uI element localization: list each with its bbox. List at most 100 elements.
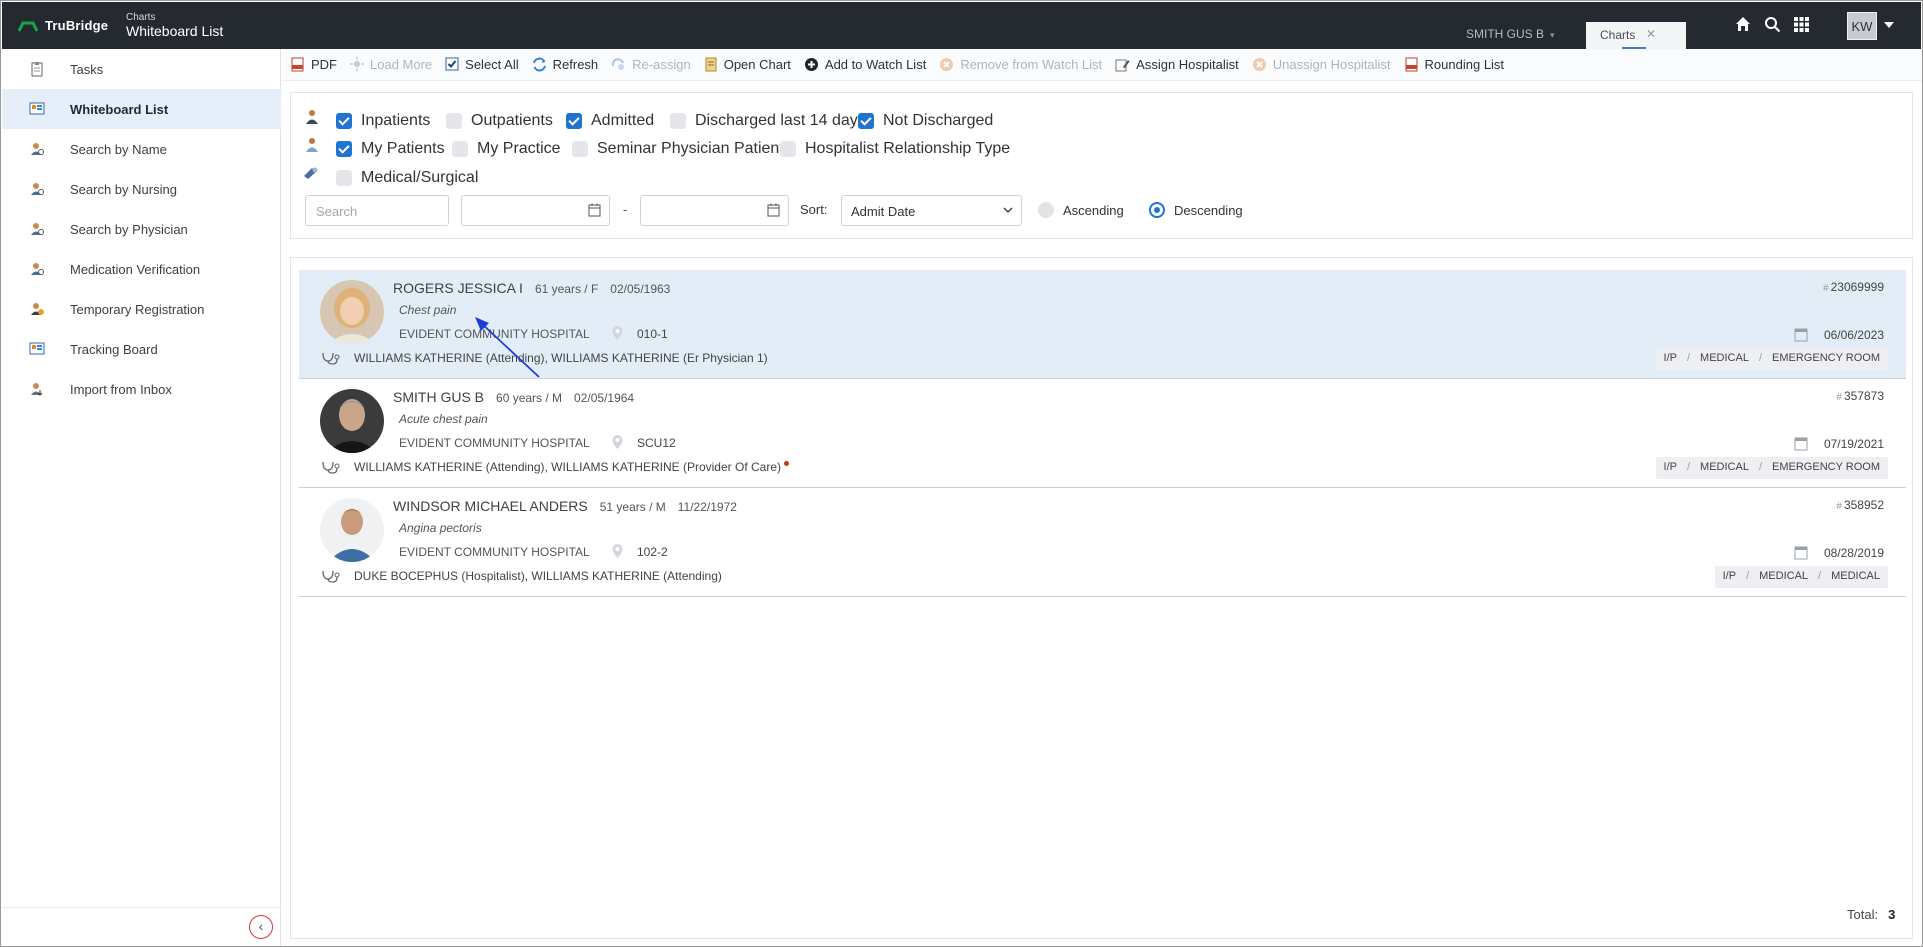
radio-descending[interactable]: Descending — [1149, 202, 1243, 218]
sidebar-item-label: Whiteboard List — [70, 101, 169, 117]
radio-dot[interactable] — [1149, 202, 1165, 218]
sidebar-item-label: Tracking Board — [70, 341, 158, 357]
checkbox-box[interactable] — [858, 113, 874, 129]
calendar-icon[interactable] — [588, 203, 601, 217]
add-to-watch-list-button[interactable]: Add to Watch List — [804, 57, 926, 72]
load-more-button[interactable]: Load More — [350, 57, 432, 72]
checkbox-my-practice[interactable]: My Practice — [452, 140, 561, 158]
pdf-button[interactable]: PDF — [290, 57, 337, 72]
user-avatar[interactable]: KW — [1847, 12, 1877, 40]
collapse-sidebar-button[interactable]: ‹ — [249, 915, 273, 939]
sidebar-item-search-by-physician[interactable]: Search by Physician — [2, 209, 281, 249]
checkbox-box[interactable] — [336, 141, 352, 157]
radio-ascending[interactable]: Ascending — [1038, 202, 1124, 218]
checkbox-my-patients[interactable]: My Patients — [336, 140, 445, 158]
patient-name-line[interactable]: SMITH GUS B 60 years / M 02/05/1964 — [393, 389, 634, 405]
checkbox-box[interactable] — [780, 141, 796, 157]
chevron-down-icon[interactable]: ▾ — [1550, 30, 1555, 40]
rounding-list-button[interactable]: Rounding List — [1404, 57, 1504, 72]
remove-from-watch-list-button[interactable]: Remove from Watch List — [939, 57, 1102, 72]
stethoscope-icon — [322, 570, 340, 583]
patient-name[interactable]: WINDSOR MICHAEL ANDERS — [393, 498, 588, 514]
radio-dot[interactable] — [1038, 202, 1054, 218]
patient-age-sex: 51 years / M — [599, 500, 666, 514]
room-number: 102-2 — [637, 545, 668, 559]
refresh-button[interactable]: Refresh — [532, 56, 599, 72]
checkbox-outpatients[interactable]: Outpatients — [446, 112, 553, 130]
checkbox-box[interactable] — [336, 113, 352, 129]
admit-date: 06/06/2023 — [1794, 327, 1884, 342]
refresh-icon — [532, 57, 546, 71]
physician-filter-icon — [306, 138, 318, 152]
sidebar-item-import-from-inbox[interactable]: Import from Inbox — [2, 369, 281, 409]
tag-separator: / — [1746, 570, 1750, 582]
open-chart-button[interactable]: Open Chart — [704, 57, 791, 72]
sort-label: Sort: — [800, 202, 828, 217]
home-icon[interactable] — [1734, 15, 1752, 33]
care-providers: WILLIAMS KATHERINE (Attending), WILLIAMS… — [354, 351, 768, 365]
patient-name[interactable]: ROGERS JESSICA I — [393, 280, 523, 296]
search-icon[interactable] — [1764, 16, 1781, 33]
sidebar-item-label: Temporary Registration — [70, 301, 205, 317]
checkbox-hospitalist-relationship-type[interactable]: Hospitalist Relationship Type — [780, 140, 1010, 158]
sidebar-item-temporary-registration[interactable]: Temporary Registration — [2, 289, 281, 329]
admit-date: 07/19/2021 — [1794, 436, 1884, 451]
tag-location: EMERGENCY ROOM — [1772, 461, 1880, 473]
select-all-button[interactable]: Select All — [445, 57, 519, 72]
brand-logo[interactable]: TruBridge — [18, 18, 108, 33]
patient-name-line[interactable]: WINDSOR MICHAEL ANDERS 51 years / M 11/22/… — [393, 498, 737, 514]
sidebar-item-label: Import from Inbox — [70, 381, 172, 397]
close-icon[interactable]: ✕ — [1646, 27, 1656, 41]
sidebar-item-search-by-name[interactable]: Search by Name — [2, 129, 281, 169]
tab-charts[interactable]: Charts ✕ — [1586, 22, 1686, 49]
checkbox-discharged-last-14-days[interactable]: Discharged last 14 days — [670, 112, 866, 130]
refresh-label: Refresh — [552, 56, 599, 72]
search-input[interactable]: Search — [305, 195, 449, 226]
top-bar: TruBridge Charts Whiteboard List SMITH G… — [2, 2, 1921, 49]
sort-select[interactable]: Admit Date — [841, 195, 1022, 226]
checkbox-label: Medical/Surgical — [361, 169, 479, 186]
apps-grid-icon[interactable] — [1793, 16, 1810, 33]
patient-name[interactable]: SMITH GUS B — [393, 389, 484, 405]
sidebar-item-tracking-board[interactable]: Tracking Board — [2, 329, 281, 369]
checkbox-medical-surgical[interactable]: Medical/Surgical — [336, 169, 478, 187]
sidebar-item-label: Search by Physician — [70, 221, 188, 237]
table-row[interactable]: WINDSOR MICHAEL ANDERS 51 years / M 11/22/… — [299, 488, 1906, 597]
checkbox-box[interactable] — [336, 170, 352, 186]
user-menu-chevron-icon[interactable] — [1884, 22, 1894, 28]
sidebar-item-whiteboard-list[interactable]: Whiteboard List — [2, 89, 281, 129]
registration-person-icon — [31, 303, 44, 315]
table-row[interactable]: SMITH GUS B 60 years / M 02/05/1964 Acute … — [299, 379, 1906, 488]
tab-patient[interactable]: SMITH GUS B ▾ — [1466, 2, 1584, 49]
sidebar-item-medication-verification[interactable]: Medication Verification — [2, 249, 281, 289]
date-to-input[interactable] — [640, 195, 789, 226]
medication-person-icon — [31, 263, 44, 275]
location-pin-icon — [612, 435, 623, 449]
sidebar-item-tasks[interactable]: Tasks — [2, 49, 281, 89]
date-from-input[interactable] — [461, 195, 610, 226]
checkbox-box[interactable] — [670, 113, 686, 129]
checkbox-box[interactable] — [446, 113, 462, 129]
checkbox-not-discharged[interactable]: Not Discharged — [858, 112, 993, 130]
checkbox-box[interactable] — [566, 113, 582, 129]
unassign-hospitalist-button[interactable]: Unassign Hospitalist — [1252, 57, 1391, 72]
load-more-icon — [350, 57, 364, 71]
reassign-button[interactable]: Re-assign — [611, 57, 691, 72]
checkbox-box[interactable] — [452, 141, 468, 157]
annotation-arrow-icon — [475, 317, 540, 378]
checkbox-admitted[interactable]: Admitted — [566, 112, 654, 130]
checkbox-seminar-physician-patients[interactable]: Seminar Physician Patients — [572, 140, 792, 158]
sidebar-item-search-by-nursing[interactable]: Search by Nursing — [2, 169, 281, 209]
checkbox-label: Hospitalist Relationship Type — [805, 140, 1011, 157]
calendar-icon[interactable] — [767, 203, 780, 217]
checkbox-label: Admitted — [591, 112, 655, 129]
checkbox-inpatients[interactable]: Inpatients — [336, 112, 430, 130]
tab-patient-label: SMITH GUS B — [1466, 27, 1545, 41]
patient-name-line[interactable]: ROGERS JESSICA I 61 years / F 02/05/1963 — [393, 280, 670, 296]
assign-hospitalist-button[interactable]: Assign Hospitalist — [1115, 57, 1239, 72]
medical-record-number: #23069999 — [1823, 280, 1884, 294]
checkbox-box[interactable] — [572, 141, 588, 157]
checkbox-label: My Patients — [361, 140, 445, 157]
add-to-watch-list-label: Add to Watch List — [824, 56, 927, 72]
stethoscope-icon — [322, 461, 340, 474]
